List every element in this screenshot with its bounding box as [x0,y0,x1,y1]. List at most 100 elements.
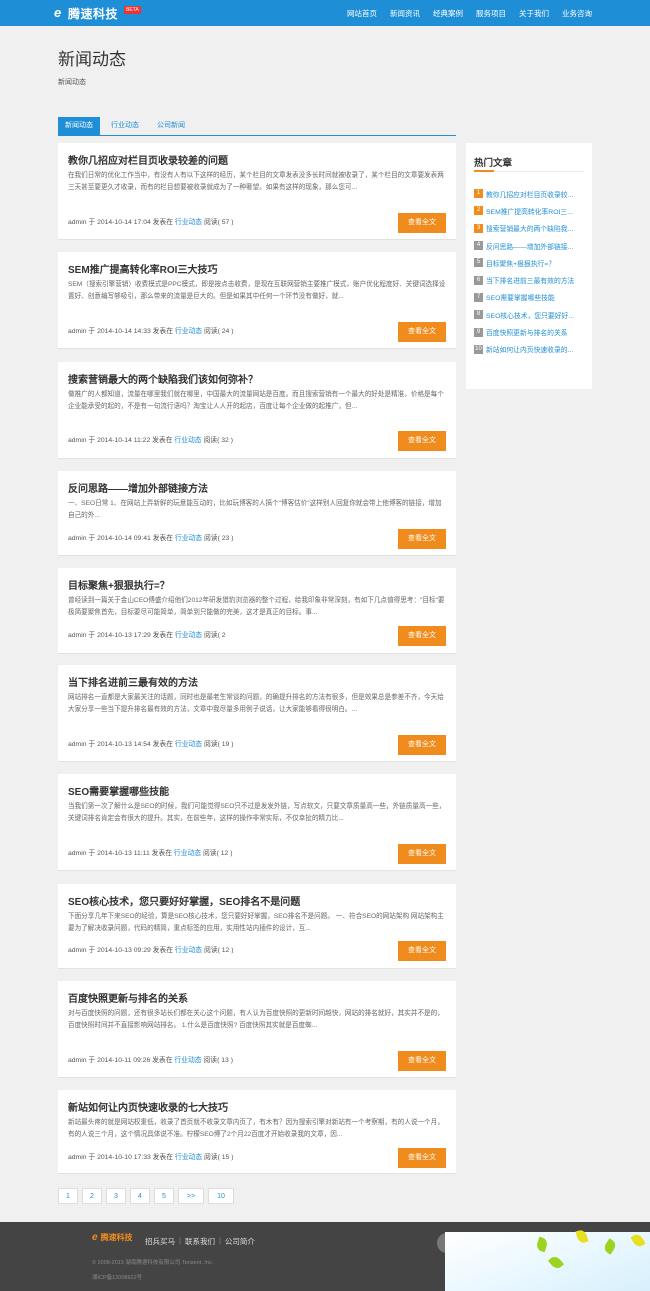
article-title[interactable]: SEO核心技术，您只要好好掌握，SEO排名不是问题 [68,893,300,908]
page-next-button[interactable]: >> [178,1188,204,1204]
read-more-button[interactable]: 查看全文 [398,322,446,342]
rank-badge: 4 [474,241,483,251]
tab-industry[interactable]: 行业动态 [104,117,146,135]
read-more-button[interactable]: 查看全文 [398,1051,446,1071]
meta-category-link[interactable]: 行业动态 [175,219,202,226]
nav-news[interactable]: 新闻资讯 [390,8,420,19]
article-excerpt: 一、SEO日常 1、在网站上弄新鲜的玩意能互动的，比如玩博客的人搞个"博客估价"… [68,500,442,519]
article-title[interactable]: SEM推广提高转化率ROI三大技巧 [68,261,217,276]
page-link-3[interactable]: 3 [106,1188,126,1204]
meta-author-date: admin 于 2014-10-14 11:22 发表在 [68,437,173,444]
read-more-button[interactable]: 查看全文 [398,213,446,233]
nav-consult[interactable]: 业务咨询 [562,8,592,19]
hot-article-label[interactable]: 当下排名进前三最有效的方法 [486,275,574,285]
article-title[interactable]: 教你几招应对栏目页收录较差的问题 [68,152,228,167]
nav-cases[interactable]: 经典案例 [433,8,463,19]
article-excerpt: 网站排名一直都是大家最关注的话题，同时也是最老生常谈的问题，的确提升排名的方法有… [68,694,444,713]
hot-article-label[interactable]: SEO核心技术，您只要好好... [486,310,574,320]
meta-category-link[interactable]: 行业动态 [175,1154,202,1161]
article-card: 目标聚焦+狠狠执行=？ 曾经读到一篇关于金山CEO傅盛介绍他们2012年研发猎豹… [58,568,456,654]
hot-article-label[interactable]: 目标聚焦+狠狠执行=？ [486,258,555,268]
read-more-button[interactable]: 查看全文 [398,1148,446,1168]
article-meta: admin 于 2014-10-13 17:29 发表在 行业动态 阅读( 2 [68,629,226,639]
footer-separator: | [218,1236,221,1245]
read-more-button[interactable]: 查看全文 [398,431,446,451]
leaf-icon [602,1238,618,1255]
leaf-icon [535,1236,549,1253]
rank-badge: 2 [474,206,483,216]
hot-article-item[interactable]: 2 SEM推广提高转化率ROI三... [474,202,588,219]
read-more-button[interactable]: 查看全文 [398,529,446,549]
nav-services[interactable]: 服务项目 [476,8,506,19]
article-title[interactable]: 新站如何让内页快速收录的七大技巧 [68,1099,228,1114]
hot-article-item[interactable]: 10 新站如何让内页快速收录的... [474,341,588,358]
top-navbar: e 腾速科技 BETA 网站首页 新闻资讯 经典案例 服务项目 关于我们 业务咨… [0,0,650,26]
hot-article-label[interactable]: 教你几招应对栏目页收录较... [486,189,573,199]
meta-category-link[interactable]: 行业动态 [175,947,202,954]
article-excerpt: 下面分享几年下来SEO的经验，算是SEO核心技术，您只要好好掌握，SEO排名不是… [68,913,444,932]
meta-author-date: admin 于 2014-10-13 17:29 发表在 [68,632,174,639]
nav-about[interactable]: 关于我们 [519,8,549,19]
read-more-button[interactable]: 查看全文 [398,844,446,864]
page-link-4[interactable]: 4 [130,1188,150,1204]
article-title[interactable]: 反问思路——增加外部链接方法 [68,480,208,495]
article-card: SEO核心技术，您只要好好掌握，SEO排名不是问题 下面分享几年下来SEO的经验… [58,884,456,969]
page-link-5[interactable]: 5 [154,1188,174,1204]
nav-home[interactable]: 网站首页 [347,8,377,19]
breadcrumb[interactable]: 新闻动态 [58,77,86,87]
article-title[interactable]: 搜索营销最大的两个缺陷我们该如何弥补？ [68,371,258,386]
article-title[interactable]: 目标聚焦+狠狠执行=？ [68,577,170,592]
hot-article-item[interactable]: 7 SEO需要掌握哪些技能 [474,289,588,306]
footer-link-about[interactable]: 公司简介 [225,1236,255,1247]
meta-category-link[interactable]: 行业动态 [174,850,201,857]
site-logo[interactable]: e 腾速科技 BETA [54,5,141,21]
article-excerpt: 在我们日常的优化工作当中，有没有人有以下这样的经历，某个栏目的文章发表没多长时间… [68,172,444,191]
hot-article-label[interactable]: 新站如何让内页快速收录的... [486,344,573,354]
article-card: 百度快照更新与排名的关系 对与百度快照的问题，还有很多站长们都在关心这个问题，有… [58,981,456,1078]
page-link-2[interactable]: 2 [82,1188,102,1204]
meta-category-link[interactable]: 行业动态 [175,741,202,748]
rank-badge: 10 [474,344,483,354]
hot-article-label[interactable]: 反问思路——增加外部链接... [486,241,573,251]
hot-article-label[interactable]: SEM推广提高转化率ROI三... [486,206,573,216]
article-title[interactable]: 百度快照更新与排名的关系 [68,990,188,1005]
article-meta: admin 于 2014-10-11 09:26 发表在 行业动态 阅读( 13… [68,1054,233,1064]
footer-link-jobs[interactable]: 招兵买马 [145,1236,175,1247]
read-more-button[interactable]: 查看全文 [398,735,446,755]
meta-category-link[interactable]: 行业动态 [175,535,202,542]
article-meta: admin 于 2014-10-14 09:41 发表在 行业动态 阅读( 23… [68,532,233,542]
hot-article-label[interactable]: SEO需要掌握哪些技能 [486,292,555,302]
hot-article-label[interactable]: 百度快照更新与排名的关系 [486,327,568,337]
article-meta: admin 于 2014-10-14 17:04 发表在 行业动态 阅读( 57… [68,216,233,226]
tab-company[interactable]: 公司新闻 [150,117,192,135]
hot-article-item[interactable]: 9 百度快照更新与排名的关系 [474,323,588,340]
meta-category-link[interactable]: 行业动态 [175,632,202,639]
read-more-button[interactable]: 查看全文 [398,626,446,646]
hot-article-item[interactable]: 5 目标聚焦+狠狠执行=？ [474,254,588,271]
meta-reads: 阅读( 12 ) [203,850,233,857]
page-link-1[interactable]: 1 [58,1188,78,1204]
page-link-last[interactable]: 10 [208,1188,234,1204]
meta-category-link[interactable]: 行业动态 [175,328,202,335]
footer-logo[interactable]: e 腾速科技 [92,1232,133,1243]
meta-reads: 阅读( 57 ) [204,219,234,226]
hot-article-label[interactable]: 搜索营销最大的两个缺陷我... [486,223,573,233]
hot-article-item[interactable]: 1 教你几招应对栏目页收录较... [474,185,588,202]
hot-article-item[interactable]: 3 搜索营销最大的两个缺陷我... [474,220,588,237]
meta-author-date: admin 于 2014-10-14 17:04 发表在 [68,219,174,226]
read-more-button[interactable]: 查看全文 [398,941,446,961]
meta-reads: 阅读( 2 [204,632,226,639]
article-title[interactable]: 当下排名进前三最有效的方法 [68,674,198,689]
hot-article-item[interactable]: 8 SEO核心技术，您只要好好... [474,306,588,323]
article-title[interactable]: SEO需要掌握哪些技能 [68,783,169,798]
meta-author-date: admin 于 2014-10-13 14:54 发表在 [68,741,174,748]
hot-article-item[interactable]: 4 反问思路——增加外部链接... [474,237,588,254]
meta-category-link[interactable]: 行业动态 [174,437,201,444]
leaf-icon [547,1254,565,1271]
article-meta: admin 于 2014-10-13 09:29 发表在 行业动态 阅读( 12… [68,944,233,954]
hot-article-item[interactable]: 6 当下排名进前三最有效的方法 [474,271,588,288]
meta-category-link[interactable]: 行业动态 [174,1057,201,1064]
tab-news[interactable]: 新闻动态 [58,117,100,135]
tab-underline [58,135,456,136]
footer-link-contact[interactable]: 联系我们 [185,1236,215,1247]
